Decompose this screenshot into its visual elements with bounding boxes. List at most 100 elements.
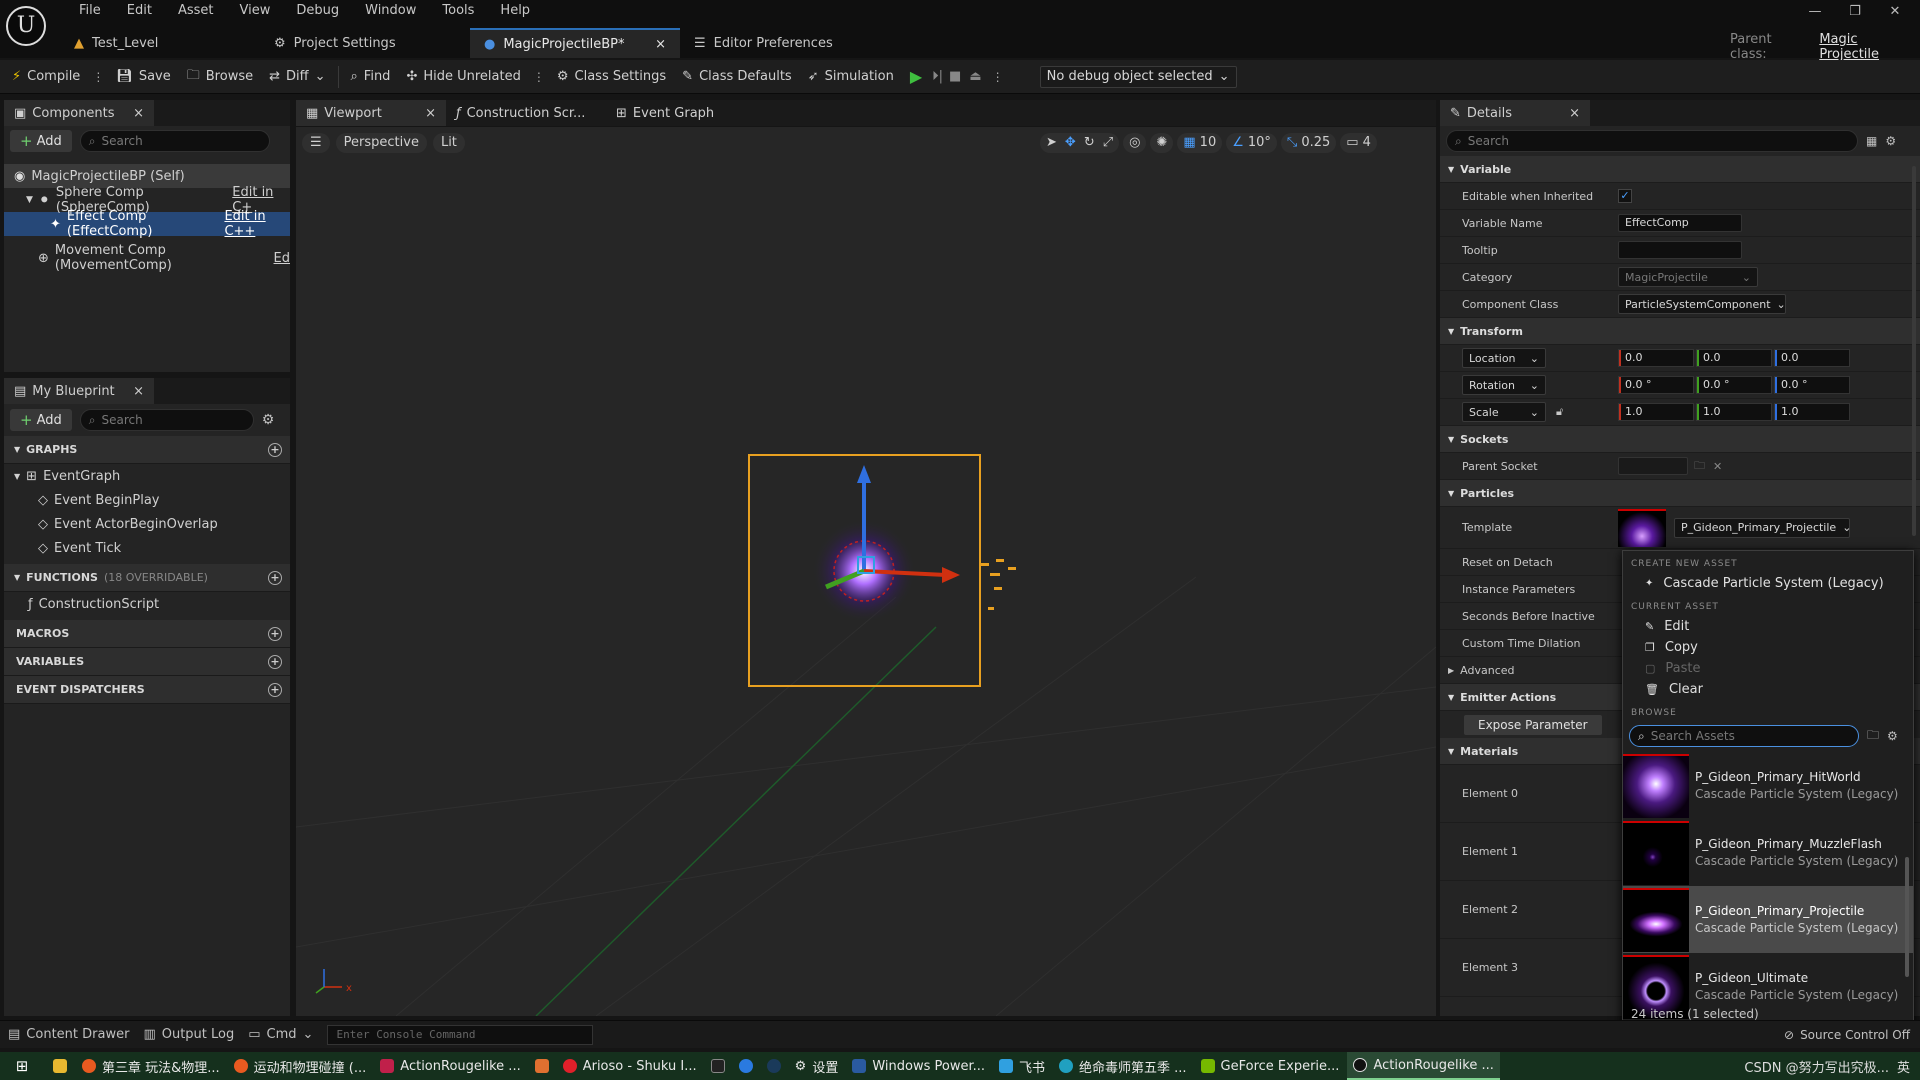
- tab-project-settings[interactable]: ⚙ Project Settings: [260, 28, 470, 58]
- tab-construction-script[interactable]: ƒ Construction Scr...: [446, 100, 606, 126]
- asset-search-input[interactable]: ⌕ Search Assets: [1629, 725, 1859, 747]
- camera-speed[interactable]: ▭ 4: [1340, 133, 1377, 153]
- close-icon[interactable]: ×: [1569, 106, 1580, 121]
- copy-asset-item[interactable]: ❐ Copy: [1623, 637, 1913, 658]
- stop-button[interactable]: ■: [945, 62, 965, 92]
- asset-item-projectile[interactable]: P_Gideon_Primary_Projectile Cascade Part…: [1623, 886, 1913, 953]
- console-input[interactable]: Enter Console Command: [327, 1024, 594, 1045]
- world-local-toggle[interactable]: ◎: [1123, 133, 1147, 153]
- section-functions[interactable]: ▼ FUNCTIONS (18 OVERRIDABLE) +: [4, 564, 290, 592]
- cmd-select[interactable]: ▭ Cmd ⌄: [248, 1027, 313, 1042]
- lock-icon[interactable]: 🔓︎: [1556, 405, 1563, 419]
- component-item-movement[interactable]: ⊕ Movement Comp (MovementComp) Ed: [4, 243, 290, 273]
- event-item-actorbeginoverlap[interactable]: ◇ Event ActorBeginOverlap: [4, 512, 290, 536]
- compile-button[interactable]: ⚡ Compile: [4, 62, 88, 92]
- category-sockets[interactable]: ▼ Sockets: [1440, 426, 1920, 453]
- components-search[interactable]: ⌕ Search: [79, 130, 270, 152]
- hide-unrelated-button[interactable]: ✣ Hide Unrelated: [398, 62, 528, 92]
- output-log-button[interactable]: ▥ Output Log: [143, 1027, 234, 1042]
- edit-asset-item[interactable]: ✎ Edit: [1623, 616, 1913, 637]
- tab-test-level[interactable]: ▲ Test_Level: [60, 28, 260, 58]
- taskbar-item-app[interactable]: [529, 1052, 555, 1080]
- function-item-constructionscript[interactable]: ƒ ConstructionScript: [4, 592, 290, 616]
- category-variable[interactable]: ▼ Variable: [1440, 156, 1920, 183]
- create-cascade-item[interactable]: ✦ Cascade Particle System (Legacy): [1623, 573, 1913, 594]
- browse-button[interactable]: 🗀 Browse: [179, 62, 261, 92]
- restore-button[interactable]: ❐: [1840, 4, 1870, 22]
- save-button[interactable]: 💾︎ Save: [108, 62, 178, 92]
- variable-name-field[interactable]: EffectComp: [1618, 214, 1742, 232]
- section-variables[interactable]: VARIABLES +: [4, 648, 290, 676]
- menu-file[interactable]: File: [66, 0, 114, 22]
- clear-asset-item[interactable]: 🗑︎ Clear: [1623, 679, 1913, 700]
- hide-options-icon[interactable]: ⋮: [529, 70, 549, 84]
- taskbar-item-firefox-1[interactable]: 第三章 玩法&物理...: [76, 1052, 226, 1080]
- compile-options-icon[interactable]: ⋮: [88, 70, 108, 84]
- content-drawer-button[interactable]: ▤ Content Drawer: [8, 1027, 129, 1042]
- add-macro-button[interactable]: +: [268, 626, 282, 641]
- close-icon[interactable]: ×: [133, 384, 144, 399]
- scale-icon[interactable]: ⤢: [1103, 133, 1113, 153]
- category-combo[interactable]: MagicProjectile ⌄: [1618, 267, 1758, 287]
- debug-object-select[interactable]: No debug object selected ⌄: [1039, 65, 1237, 88]
- template-thumbnail[interactable]: [1618, 508, 1666, 547]
- eject-button[interactable]: ⏏: [965, 62, 985, 92]
- expose-parameter-button[interactable]: Expose Parameter: [1464, 714, 1602, 735]
- event-item-tick[interactable]: ◇ Event Tick: [4, 536, 290, 560]
- gear-icon[interactable]: ⚙: [1885, 134, 1896, 148]
- taskbar-item-music[interactable]: Arioso - Shuku I...: [557, 1052, 703, 1080]
- surface-snap-toggle[interactable]: ✺: [1150, 133, 1174, 153]
- gear-icon[interactable]: ⚙: [262, 412, 275, 428]
- folder-icon[interactable]: 🗀: [1867, 726, 1879, 747]
- parent-socket-field[interactable]: [1618, 457, 1688, 475]
- close-window-button[interactable]: ✕: [1880, 4, 1910, 22]
- taskbar-item-firefox-2[interactable]: 运动和物理碰撞 (...: [228, 1052, 373, 1080]
- add-component-button[interactable]: + Add: [10, 130, 72, 152]
- details-scrollbar[interactable]: [1912, 166, 1916, 536]
- location-mode-combo[interactable]: Location ⌄: [1462, 348, 1546, 368]
- scale-x[interactable]: 1.0: [1618, 403, 1694, 421]
- scale-mode-combo[interactable]: Scale ⌄: [1462, 402, 1546, 422]
- menu-tools[interactable]: Tools: [429, 0, 487, 22]
- add-dispatcher-button[interactable]: +: [268, 682, 282, 697]
- parent-class-link[interactable]: Magic Projectile: [1819, 32, 1920, 62]
- taskbar-item-ide[interactable]: [705, 1052, 731, 1080]
- play-options-icon[interactable]: ⋮: [986, 70, 1010, 84]
- rotation-x[interactable]: 0.0 °: [1618, 376, 1694, 394]
- my-blueprint-search[interactable]: ⌕ Search: [79, 409, 254, 431]
- component-class-combo[interactable]: ParticleSystemComponent ⌄: [1618, 294, 1786, 314]
- simulation-button[interactable]: ➶ Simulation: [800, 62, 902, 92]
- tab-details[interactable]: ✎ Details ×: [1440, 100, 1590, 126]
- tab-magic-projectile-bp[interactable]: ● MagicProjectileBP* ×: [470, 28, 680, 58]
- move-icon[interactable]: ✥: [1065, 133, 1076, 153]
- rotate-icon[interactable]: ↻: [1084, 133, 1095, 153]
- start-button[interactable]: ⊞: [0, 1052, 44, 1080]
- edit-in-cpp-link[interactable]: Edit in C++: [224, 209, 290, 239]
- source-control-button[interactable]: ⊘ Source Control Off: [1784, 1028, 1910, 1042]
- menu-debug[interactable]: Debug: [283, 0, 352, 22]
- taskbar-item-geforce[interactable]: GeForce Experie...: [1195, 1052, 1346, 1080]
- taskbar-item-rider[interactable]: ActionRougelike ...: [374, 1052, 526, 1080]
- unreal-logo-icon[interactable]: U: [6, 6, 46, 46]
- perspective-button[interactable]: Perspective: [335, 133, 427, 153]
- category-particles[interactable]: ▼ Particles: [1440, 480, 1920, 507]
- taskbar-item-browser[interactable]: [733, 1052, 759, 1080]
- clear-socket-icon[interactable]: ✕: [1713, 460, 1722, 473]
- viewport-options-button[interactable]: ☰: [302, 133, 330, 153]
- close-icon[interactable]: ×: [655, 37, 666, 52]
- table-view-icon[interactable]: ▦: [1866, 134, 1877, 148]
- rotation-z[interactable]: 0.0 °: [1774, 376, 1850, 394]
- minimize-button[interactable]: —: [1800, 4, 1830, 22]
- step-button[interactable]: ⏵︎|: [930, 62, 945, 92]
- taskbar-item-steam[interactable]: [761, 1052, 787, 1080]
- viewport[interactable]: x ☰ Perspective Lit ➤ ✥ ↻ ⤢ ◎ ✺ ▦ 10 ∠ 10°…: [296, 127, 1436, 1016]
- template-asset-combo[interactable]: P_Gideon_Primary_Projectile ⌄: [1674, 517, 1851, 538]
- browse-socket-icon[interactable]: 🗀: [1694, 457, 1705, 476]
- menu-help[interactable]: Help: [487, 0, 543, 22]
- add-member-button[interactable]: + Add: [10, 409, 72, 431]
- location-z[interactable]: 0.0: [1774, 349, 1850, 367]
- lit-button[interactable]: Lit: [432, 133, 465, 153]
- section-graphs[interactable]: ▼ GRAPHS +: [4, 436, 290, 464]
- details-search[interactable]: ⌕ Search: [1446, 130, 1858, 152]
- editable-checkbox[interactable]: ✓: [1618, 189, 1632, 203]
